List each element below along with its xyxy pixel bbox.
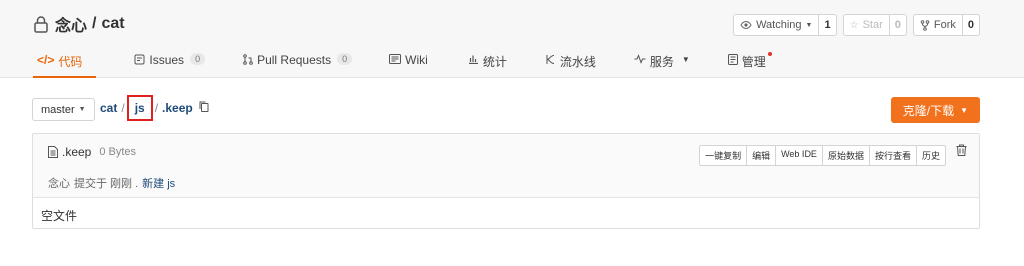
tab-code[interactable]: </> 代码 (33, 48, 97, 78)
repo-name-link[interactable]: cat (101, 15, 124, 33)
file-icon (48, 146, 58, 158)
repo-header: 念心 / cat Watching ▼ 1 ☆ Star 0 Fork 0 </… (0, 0, 1024, 78)
commit-time: 提交于 刚刚 . (74, 178, 139, 190)
watch-label: Watching (756, 19, 802, 31)
file-viewer: .keep 0 Bytes 一键复制 编辑 Web IDE 原始数据 按行查看 … (32, 133, 980, 229)
star-button[interactable]: ☆ Star 0 (842, 14, 907, 36)
fork-label: Fork (933, 19, 956, 31)
breadcrumb-separator: / (121, 101, 125, 115)
fork-icon (920, 19, 930, 31)
star-icon: ☆ (849, 19, 859, 31)
clone-label: 克隆/下载 (902, 103, 955, 118)
last-commit: 念心 提交于 刚刚 . 新建 js (48, 175, 175, 191)
tab-services[interactable]: 服务 ▼ (634, 48, 690, 78)
tab-wiki[interactable]: Wiki (389, 48, 428, 78)
tab-pipeline[interactable]: 流水线 (545, 48, 596, 78)
history-button[interactable]: 历史 (915, 145, 946, 166)
tab-pull-requests[interactable]: Pull Requests 0 (243, 48, 353, 78)
path-bar: master ▼ cat / js / .keep 克隆/下载 ▼ (32, 95, 980, 123)
pulse-icon (634, 54, 646, 64)
pipeline-icon (546, 55, 554, 64)
blame-button[interactable]: 按行查看 (868, 145, 917, 166)
lock-icon (33, 15, 51, 33)
file-header: .keep 0 Bytes 一键复制 编辑 Web IDE 原始数据 按行查看 … (33, 134, 979, 198)
pull-request-icon (243, 54, 253, 65)
copy-all-button[interactable]: 一键复制 (699, 145, 748, 166)
caret-down-icon: ▼ (960, 105, 968, 115)
tab-issues[interactable]: Issues 0 (134, 48, 206, 78)
clone-download-button[interactable]: 克隆/下载 ▼ (890, 97, 980, 123)
trash-icon[interactable] (956, 144, 967, 159)
issues-count-badge: 0 (190, 53, 206, 65)
tab-issues-label: Issues (149, 53, 185, 67)
tab-manage-label: 管理 (741, 55, 766, 69)
breadcrumb-dir-link[interactable]: js (126, 95, 153, 121)
tab-stats[interactable]: 统计 (468, 48, 507, 78)
web-ide-button[interactable]: Web IDE (775, 145, 823, 166)
tab-manage[interactable]: 管理 (727, 48, 772, 78)
notification-dot (767, 52, 772, 56)
file-content: 空文件 (41, 209, 78, 223)
tab-wiki-label: Wiki (405, 53, 428, 67)
chevron-down-icon: ▼ (805, 21, 813, 29)
breadcrumb-separator: / (154, 101, 159, 115)
tab-services-label: 服务 (649, 55, 674, 69)
stats-icon (468, 55, 478, 64)
watch-count[interactable]: 1 (819, 15, 835, 35)
wiki-icon (389, 54, 402, 64)
fork-count[interactable]: 0 (963, 15, 979, 35)
caret-down-icon: ▼ (78, 106, 86, 113)
tab-stats-label: 统计 (482, 55, 507, 69)
pull-requests-count-badge: 0 (337, 53, 353, 65)
file-title: .keep 0 Bytes (48, 145, 136, 159)
manage-icon (727, 54, 738, 65)
branch-selector[interactable]: master ▼ (32, 98, 95, 121)
repo-separator: / (92, 15, 97, 32)
commit-author[interactable]: 念心 (48, 175, 70, 191)
breadcrumb-root-link[interactable]: cat (100, 101, 117, 115)
raw-button[interactable]: 原始数据 (821, 145, 870, 166)
file-name: .keep (62, 145, 92, 159)
fork-button[interactable]: Fork 0 (912, 14, 980, 36)
tab-pipeline-label: 流水线 (559, 55, 596, 69)
watch-button[interactable]: Watching ▼ 1 (733, 14, 837, 36)
repo-owner-link[interactable]: 念心 (55, 12, 87, 36)
star-count[interactable]: 0 (890, 15, 906, 35)
copy-icon[interactable] (199, 101, 209, 115)
file-size: 0 Bytes (99, 146, 137, 158)
commit-message-link[interactable]: 新建 js (142, 175, 175, 191)
breadcrumb: cat / js / .keep (100, 95, 209, 121)
issues-icon (134, 54, 145, 65)
star-label: Star (862, 19, 883, 31)
code-icon: </> (37, 53, 55, 67)
repo-tabs: </> 代码 Issues 0 Pull Requests 0 Wiki 统计 … (33, 48, 772, 78)
repo-actions: Watching ▼ 1 ☆ Star 0 Fork 0 (733, 14, 980, 36)
edit-button[interactable]: 编辑 (746, 145, 777, 166)
tab-pull-requests-label: Pull Requests (257, 53, 332, 67)
breadcrumb-file: .keep (162, 101, 193, 115)
repo-title: 念心 / cat (33, 12, 125, 36)
tab-code-label: 代码 (58, 55, 83, 69)
eye-icon (740, 20, 752, 30)
branch-label: master (41, 103, 75, 116)
file-toolbar: 一键复制 编辑 Web IDE 原始数据 按行查看 历史 (699, 145, 946, 166)
caret-down-icon: ▼ (681, 55, 690, 64)
